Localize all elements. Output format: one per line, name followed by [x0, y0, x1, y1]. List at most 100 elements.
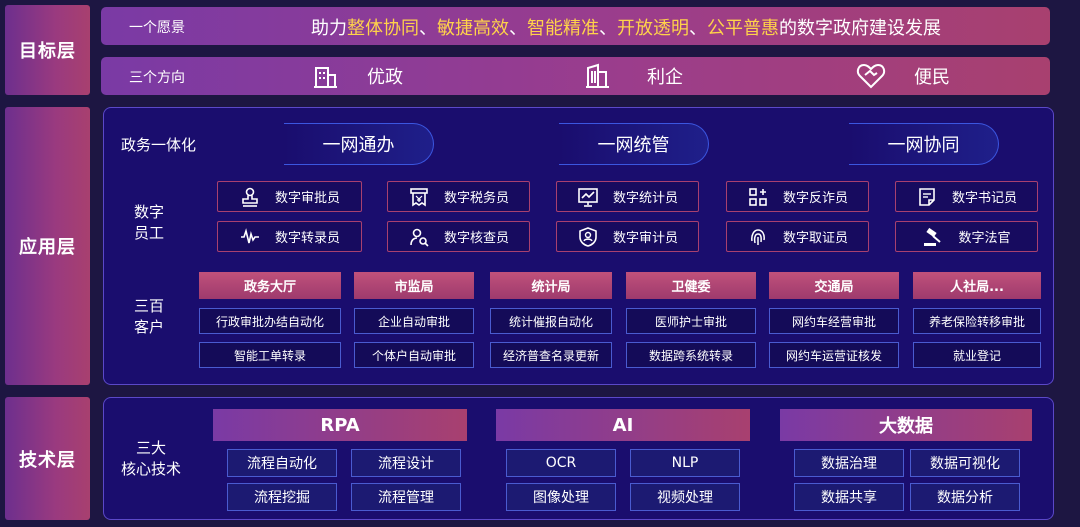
department-header: 人社局... [913, 272, 1041, 299]
gov-integration-item: 一网通办 [284, 123, 434, 165]
digital-staff-label-text: 数字法官 [958, 231, 1011, 246]
direction-label: 便民 [914, 67, 950, 88]
department-case: 智能工单转录 [199, 342, 341, 368]
vision-label: 一个愿景 [129, 20, 185, 36]
vision-highlight: 整体协同 [347, 18, 419, 39]
vision-highlight: 开放透明 [617, 18, 689, 39]
tech-group-header: RPA [213, 409, 467, 441]
layer-tab-technology: 技术层 [5, 397, 90, 520]
tech-item: 图像处理 [506, 483, 616, 511]
gov-integration-item: 一网协同 [849, 123, 999, 165]
tech-group-header: 大数据 [780, 409, 1032, 441]
digital-staff-label-text: 数字取证员 [782, 231, 848, 246]
vision-text: 助力整体协同、敏捷高效、智能精准、开放透明、公平普惠的数字政府建设发展 [311, 14, 941, 40]
technology-panel: 三大 核心技术 RPA 流程自动化 流程设计 流程挖掘 流程管理 AI OCR … [103, 397, 1054, 520]
department-header: 政务大厅 [199, 272, 341, 299]
label-line: 员工 [134, 224, 165, 242]
department-header: 市监局 [354, 272, 474, 299]
digital-staff-item: 数字反诈员 [726, 181, 869, 212]
customers-label: 三百 客户 [134, 296, 164, 338]
tech-group: AI OCR NLP 图像处理 视频处理 [496, 409, 750, 511]
tech-item: 流程自动化 [227, 449, 337, 477]
direction-label: 利企 [647, 67, 683, 88]
department-column: 卫健委 医师护士审批 数据跨系统转录 [626, 272, 756, 368]
label-line: 三百 [134, 297, 165, 315]
digital-staff-item: 数字审批员 [217, 181, 362, 212]
digital-staff-label-text: 数字审计员 [612, 231, 678, 246]
gavel-icon [924, 227, 942, 246]
vision-highlight: 公平普惠 [707, 18, 779, 39]
department-header: 统计局 [490, 272, 612, 299]
person-search-icon [410, 228, 429, 247]
tech-item: NLP [630, 449, 740, 477]
vision-text-part: 、 [509, 18, 527, 39]
tech-item: 数据共享 [794, 483, 904, 511]
tech-group-header: AI [496, 409, 750, 441]
tech-item: OCR [506, 449, 616, 477]
tech-item: 流程管理 [351, 483, 461, 511]
digital-staff-item: 数字统计员 [556, 181, 699, 212]
vision-text-part: 助力 [311, 18, 347, 39]
digital-staff-item: 数字核查员 [387, 221, 530, 252]
label-line: 客户 [134, 318, 165, 336]
department-case: 经济普查名录更新 [490, 342, 612, 368]
tech-group: 大数据 数据治理 数据可视化 数据共享 数据分析 [780, 409, 1032, 511]
office-building-icon [586, 63, 609, 88]
vision-text-part: 、 [419, 18, 437, 39]
digital-staff-item: 数字审计员 [556, 221, 699, 252]
label-line: 三大 [136, 439, 167, 457]
department-column: 人社局... 养老保险转移审批 就业登记 [913, 272, 1041, 368]
tech-item: 数据治理 [794, 449, 904, 477]
directions-label: 三个方向 [129, 70, 185, 86]
digital-staff-label-text: 数字税务员 [443, 191, 509, 206]
department-column: 政务大厅 行政审批办结自动化 智能工单转录 [199, 272, 341, 368]
layer-tab-goal: 目标层 [5, 5, 90, 95]
digital-staff-item: 数字转录员 [217, 221, 362, 252]
department-header: 卫健委 [626, 272, 756, 299]
vision-highlight: 智能精准 [527, 18, 599, 39]
digital-staff-item: 数字取证员 [726, 221, 869, 252]
receipt-icon [410, 187, 428, 206]
department-column: 统计局 统计催报自动化 经济普查名录更新 [490, 272, 612, 368]
tech-item: 数据分析 [910, 483, 1020, 511]
tech-label: 三大 核心技术 [121, 438, 181, 480]
shield-user-icon [579, 226, 597, 247]
department-case: 统计催报自动化 [490, 308, 612, 334]
tech-item: 数据可视化 [910, 449, 1020, 477]
fingerprint-icon [751, 228, 765, 245]
vision-text-part: 的数字政府建设发展 [779, 18, 941, 39]
stamp-icon [242, 187, 258, 207]
document-icon [919, 187, 935, 206]
department-case: 个体户自动审批 [354, 342, 474, 368]
tech-item: 流程挖掘 [227, 483, 337, 511]
digital-staff-label-text: 数字核查员 [443, 231, 509, 246]
department-case: 网约车运营证核发 [769, 342, 899, 368]
application-panel: 政务一体化 一网通办 一网统管 一网协同 数字 员工 数字审批员 数字税务员 数… [103, 107, 1054, 385]
department-case: 医师护士审批 [626, 308, 756, 334]
grid-plus-icon [749, 187, 767, 206]
department-case: 网约车经营审批 [769, 308, 899, 334]
waveform-icon [240, 227, 259, 243]
department-case: 养老保险转移审批 [913, 308, 1041, 334]
department-header: 交通局 [769, 272, 899, 299]
heart-handshake-icon [856, 63, 886, 89]
chart-icon [578, 187, 598, 207]
digital-staff-label-text: 数字统计员 [612, 191, 678, 206]
layer-tab-application: 应用层 [5, 107, 90, 385]
digital-staff-item: 数字法官 [895, 221, 1038, 252]
tech-item: 流程设计 [351, 449, 461, 477]
digital-staff-label-text: 数字审批员 [274, 191, 340, 206]
label-line: 核心技术 [121, 460, 182, 478]
tech-group: RPA 流程自动化 流程设计 流程挖掘 流程管理 [213, 409, 467, 511]
vision-bar: 一个愿景 助力整体协同、敏捷高效、智能精准、开放透明、公平普惠的数字政府建设发展 [101, 7, 1050, 45]
digital-staff-label-text: 数字书记员 [951, 191, 1017, 206]
gov-integration-item: 一网统管 [559, 123, 709, 165]
direction-item: 便民 [856, 62, 950, 90]
label-line: 数字 [134, 203, 165, 221]
digital-staff-label-text: 数字反诈员 [782, 191, 848, 206]
directions-bar: 三个方向 优政 利企 便民 [101, 57, 1050, 95]
gov-integration-label: 政务一体化 [121, 136, 197, 154]
vision-text-part: 、 [599, 18, 617, 39]
vision-highlight: 敏捷高效 [437, 18, 509, 39]
department-case: 企业自动审批 [354, 308, 474, 334]
